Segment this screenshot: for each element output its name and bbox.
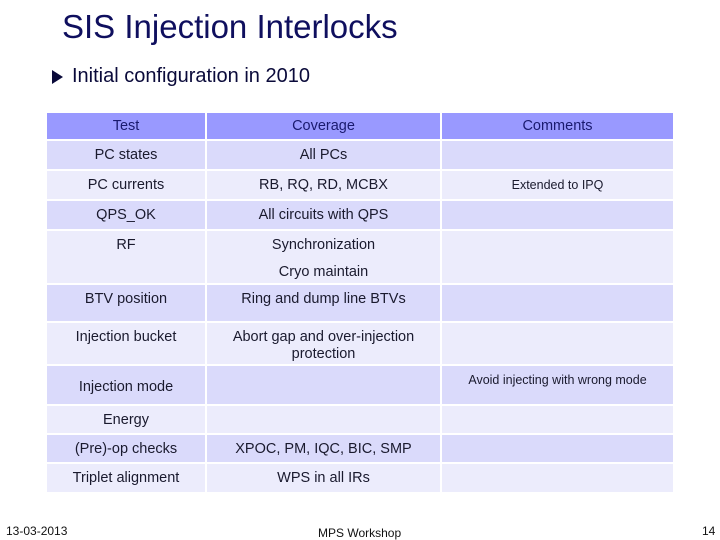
arrow-bullet-icon [52,70,63,84]
comments-cell [442,141,673,147]
header-comments: Comments [440,111,675,141]
coverage-cell-line2: Cryo maintain [278,264,369,280]
test-cell: Energy [103,412,149,428]
footer-date: 13-03-2013 [6,524,68,538]
table-row: Triplet alignment WPS in all IRs [45,462,675,494]
table-row: Energy [45,404,675,435]
coverage-cell: WPS in all IRs [277,470,370,486]
comments-cell [442,285,673,291]
table-row: PC states All PCs [45,139,675,171]
test-cell: Triplet alignment [72,470,180,486]
coverage-cell: All circuits with QPS [258,207,389,223]
comments-cell: Avoid injecting with wrong mode [468,373,647,387]
test-cell: Injection bucket [75,329,177,345]
test-cell: BTV position [84,291,168,307]
comments-cell: Extended to IPQ [511,178,604,192]
bullet-item: Initial configuration in 2010 [52,65,310,88]
header-test: Test [45,111,207,141]
table-row: QPS_OK All circuits with QPS [45,199,675,231]
footer-event: MPS Workshop [318,526,402,540]
slide-title: SIS Injection Interlocks [62,8,398,45]
test-cell: Injection mode [78,379,174,395]
comments-cell [442,201,673,207]
comments-cell [442,231,673,237]
coverage-cell [207,366,440,372]
comments-cell [442,435,673,441]
test-cell: PC currents [87,177,165,193]
table-row: Injection mode Avoid injecting with wron… [45,364,675,406]
coverage-cell: RB, RQ, RD, MCBX [259,177,388,193]
coverage-cell: Abort gap and over-injection protection [232,329,415,362]
header-coverage: Coverage [205,111,442,141]
coverage-cell [207,406,440,412]
coverage-cell: Synchronization [271,237,376,253]
comments-cell [442,406,673,412]
bullet-text: Initial configuration in 2010 [72,65,310,87]
comments-cell [442,464,673,470]
test-cell: QPS_OK [96,207,156,223]
page-number: 14 [702,524,716,538]
table-row: (Pre)-op checks XPOC, PM, IQC, BIC, SMP [45,433,675,464]
comments-cell [442,323,673,329]
interlocks-table: Test Coverage Comments PC states All PCs… [45,111,675,494]
table-row: PC currents RB, RQ, RD, MCBX Extended to… [45,169,675,201]
coverage-cell: Ring and dump line BTVs [241,291,406,307]
test-cell: PC states [94,147,158,163]
table-row: RF Synchronization Cryo maintain [45,229,675,285]
table-row: Injection bucket Abort gap and over-inje… [45,321,675,366]
coverage-cell: All PCs [299,147,348,163]
coverage-cell: XPOC, PM, IQC, BIC, SMP [235,441,412,457]
test-cell: (Pre)-op checks [74,441,178,457]
table-row: BTV position Ring and dump line BTVs [45,283,675,323]
table-header-row: Test Coverage Comments [45,111,675,141]
test-cell: RF [116,237,136,253]
